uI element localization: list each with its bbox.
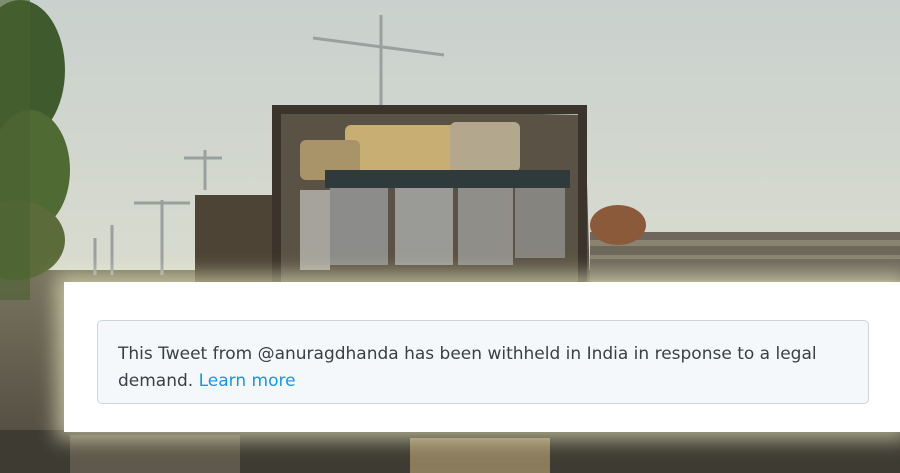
tree-left <box>0 0 70 300</box>
vehicle-bottom <box>0 430 900 473</box>
withheld-notice: This Tweet from @anuragdhanda has been w… <box>97 320 869 404</box>
learn-more-link[interactable]: Learn more <box>199 371 296 391</box>
withheld-tweet-panel: This Tweet from @anuragdhanda has been w… <box>64 282 900 432</box>
